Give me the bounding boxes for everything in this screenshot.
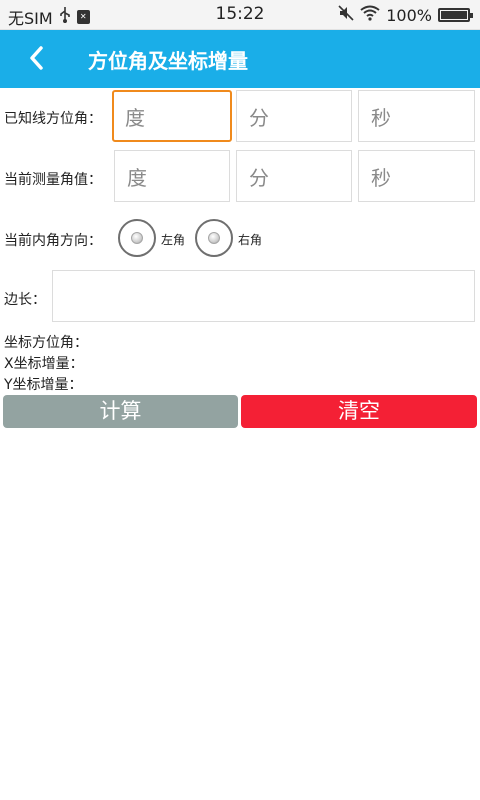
measured-angle-label: 当前测量角值： <box>4 172 102 188</box>
result-azimuth-label: 坐标方位角： <box>4 335 88 351</box>
radio-dot-icon <box>131 232 143 244</box>
azimuth-minute-input[interactable]: 分 <box>236 90 352 142</box>
status-bar: 无SIM ✕ 15:22 100% <box>0 0 480 30</box>
battery-icon <box>438 8 473 22</box>
measured-minute-placeholder: 分 <box>249 165 269 190</box>
page-title: 方位角及坐标增量 <box>88 49 248 73</box>
battery-text: 100% <box>386 5 432 25</box>
measured-minute-input[interactable]: 分 <box>236 150 352 202</box>
left-angle-label[interactable]: 左角 <box>161 231 185 248</box>
result-dy-label: Y坐标增量： <box>4 377 83 393</box>
measured-degree-placeholder: 度 <box>127 165 147 190</box>
right-angle-label[interactable]: 右角 <box>238 231 262 248</box>
clear-button[interactable]: 清空 <box>241 395 477 428</box>
azimuth-degree-input[interactable]: 度 <box>112 90 232 142</box>
side-length-label: 边长： <box>4 292 46 308</box>
inner-angle-label: 当前内角方向： <box>4 233 102 249</box>
azimuth-second-placeholder: 秒 <box>371 105 391 130</box>
result-dx-label: X坐标增量： <box>4 356 84 372</box>
azimuth-second-input[interactable]: 秒 <box>358 90 475 142</box>
left-angle-radio[interactable] <box>118 219 156 257</box>
app-bar: 方位角及坐标增量 <box>0 30 480 88</box>
side-length-input[interactable] <box>52 270 475 322</box>
measured-degree-input[interactable]: 度 <box>114 150 230 202</box>
measured-second-input[interactable]: 秒 <box>358 150 475 202</box>
right-angle-radio[interactable] <box>195 219 233 257</box>
status-right: 100% <box>338 5 473 25</box>
measured-second-placeholder: 秒 <box>371 165 391 190</box>
radio-dot-icon <box>208 232 220 244</box>
back-button[interactable] <box>20 40 56 76</box>
azimuth-degree-placeholder: 度 <box>125 105 145 130</box>
mute-icon <box>338 5 354 25</box>
calculate-button[interactable]: 计算 <box>3 395 238 428</box>
wifi-icon <box>360 5 380 25</box>
azimuth-label: 已知线方位角： <box>4 111 102 127</box>
azimuth-minute-placeholder: 分 <box>249 105 269 130</box>
chevron-left-icon <box>30 46 43 70</box>
battery-fill <box>441 11 467 19</box>
